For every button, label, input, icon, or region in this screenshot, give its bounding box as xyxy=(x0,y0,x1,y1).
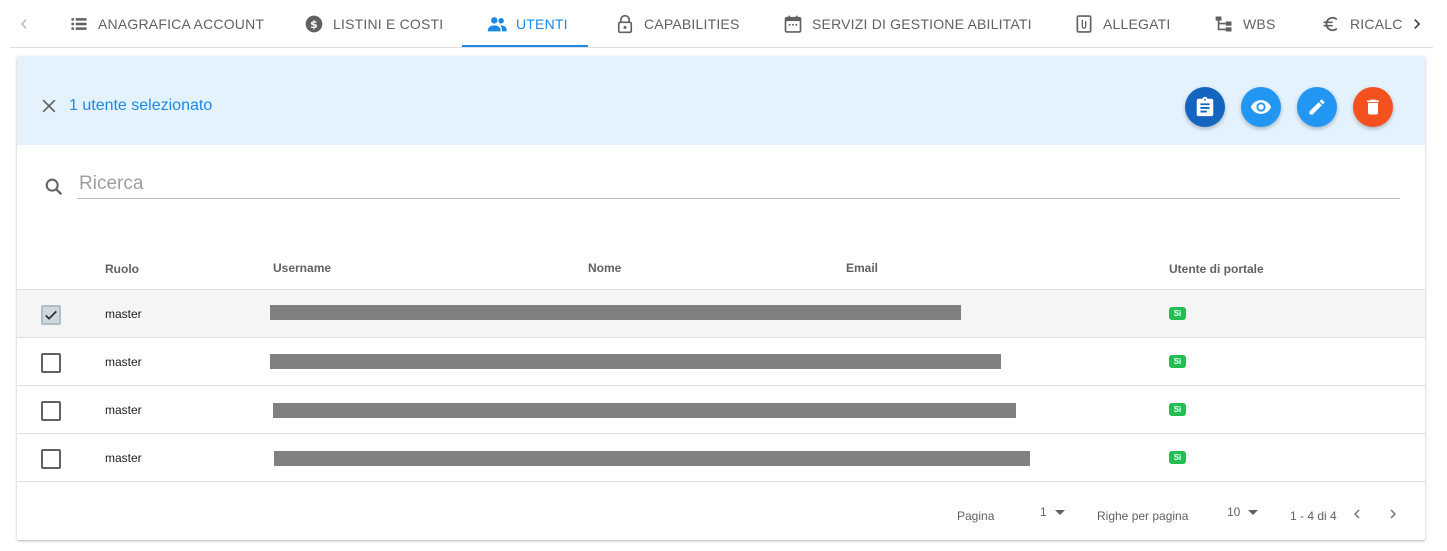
row-checkbox[interactable] xyxy=(41,353,61,373)
tab-ricalcolo-clip: RICALCOLO xyxy=(1316,0,1402,47)
dollar-circle-icon: $ xyxy=(303,13,325,35)
clear-selection-button[interactable] xyxy=(37,94,61,118)
tab-capabilities[interactable]: CAPABILITIES xyxy=(614,0,740,47)
lock-icon xyxy=(614,13,636,35)
page-label: Pagina xyxy=(957,509,995,523)
tab-label: RICALCOLO xyxy=(1350,15,1402,32)
redacted-user-details xyxy=(270,305,961,320)
cell-role: master xyxy=(105,403,142,417)
table-row[interactable]: master Si xyxy=(17,434,1425,482)
people-icon xyxy=(486,13,508,35)
tab-allegati[interactable]: ALLEGATI xyxy=(1073,0,1170,47)
chevron-right-icon xyxy=(1390,509,1396,519)
page-select-value: 1 xyxy=(1040,505,1047,519)
selection-toolbar: 1 utente selezionato xyxy=(17,56,1425,145)
tab-label: ANAGRAFICA ACCOUNT xyxy=(98,15,265,32)
redacted-user-details xyxy=(273,403,1016,418)
next-page-button[interactable] xyxy=(1381,502,1405,526)
copy-button[interactable] xyxy=(1185,87,1225,127)
attachment-icon xyxy=(1073,13,1095,35)
trash-icon xyxy=(1367,99,1379,115)
rows-per-page-label: Righe per pagina xyxy=(1097,509,1189,523)
tabs-scroll-right-button[interactable] xyxy=(1405,12,1429,36)
table-row[interactable]: master Si xyxy=(17,290,1425,338)
tab-ricalcolo[interactable]: RICALCOLO xyxy=(1320,0,1402,47)
svg-text:$: $ xyxy=(310,17,318,30)
checkmark-icon xyxy=(45,310,57,320)
portal-user-badge: Si xyxy=(1169,307,1186,320)
delete-button[interactable] xyxy=(1353,87,1393,127)
pagination-bar: Pagina 1 Righe per pagina 10 1 - 4 di 4 xyxy=(17,488,1425,540)
hierarchy-icon xyxy=(1213,13,1235,35)
edit-button[interactable] xyxy=(1297,87,1337,127)
redacted-user-details xyxy=(270,354,1001,369)
tab-label: LISTINI E COSTI xyxy=(333,15,444,32)
row-checkbox[interactable] xyxy=(41,401,61,421)
clipboard-icon xyxy=(1196,96,1214,117)
tab-label: SERVIZI DI GESTIONE ABILITATI xyxy=(812,15,1032,32)
column-header-email[interactable]: Email xyxy=(846,261,878,275)
eye-icon xyxy=(1250,100,1272,114)
tab-label: CAPABILITIES xyxy=(644,15,740,32)
tab-label: WBS xyxy=(1243,15,1276,32)
chevron-left-icon xyxy=(1354,509,1360,519)
table-row[interactable]: master Si xyxy=(17,386,1425,434)
tab-anagrafica-account[interactable]: ANAGRAFICA ACCOUNT xyxy=(68,0,264,47)
cell-role: master xyxy=(105,307,142,321)
cell-role: master xyxy=(105,355,142,369)
tab-servizi-di-gestione-abilitati[interactable]: SERVIZI DI GESTIONE ABILITATI xyxy=(782,0,1032,47)
users-card: 1 utente selezionato Ruolo Username Nome… xyxy=(17,56,1425,540)
close-icon xyxy=(42,99,56,113)
list-icon xyxy=(68,13,90,35)
search-input[interactable] xyxy=(77,169,1400,199)
portal-user-badge: Si xyxy=(1169,451,1186,464)
calendar-icon xyxy=(782,13,804,35)
table-row[interactable]: master Si xyxy=(17,338,1425,386)
tab-bar: ANAGRAFICA ACCOUNT $ LISTINI E COSTI UTE… xyxy=(0,0,1447,48)
row-checkbox[interactable] xyxy=(41,449,61,469)
page-select[interactable]: 1 xyxy=(1040,505,1065,519)
redacted-user-details xyxy=(274,451,1030,466)
search-icon xyxy=(42,175,66,199)
previous-page-button[interactable] xyxy=(1345,502,1369,526)
tab-utenti[interactable]: UTENTI xyxy=(486,0,568,47)
pagination-range: 1 - 4 di 4 xyxy=(1290,509,1337,523)
rows-per-page-value: 10 xyxy=(1227,505,1241,519)
euro-icon xyxy=(1320,13,1342,35)
view-button[interactable] xyxy=(1241,87,1281,127)
tab-label: UTENTI xyxy=(516,15,568,32)
selection-count-text: 1 utente selezionato xyxy=(69,97,213,114)
column-header-role[interactable]: Ruolo xyxy=(105,262,139,276)
row-checkbox[interactable] xyxy=(41,305,61,325)
column-header-portal-user[interactable]: Utente di portale xyxy=(1169,262,1264,276)
tab-wbs[interactable]: WBS xyxy=(1213,0,1276,47)
chevron-left-icon xyxy=(20,19,27,29)
search-bar xyxy=(17,145,1425,215)
tab-label: ALLEGATI xyxy=(1103,15,1171,32)
tabs-scroll-left-button[interactable] xyxy=(12,12,36,36)
column-header-name[interactable]: Nome xyxy=(588,261,621,275)
portal-user-badge: Si xyxy=(1169,403,1186,416)
tab-bar-divider xyxy=(10,47,1433,48)
cell-role: master xyxy=(105,451,142,465)
dropdown-arrow-icon xyxy=(1248,510,1259,515)
dropdown-arrow-icon xyxy=(1054,510,1065,515)
portal-user-badge: Si xyxy=(1169,355,1186,368)
rows-per-page-select[interactable]: 10 xyxy=(1227,505,1259,519)
table-header: Ruolo Username Nome Email Utente di port… xyxy=(17,242,1425,290)
pencil-icon xyxy=(1309,99,1325,115)
chevron-right-icon xyxy=(1414,19,1421,29)
column-header-username[interactable]: Username xyxy=(273,261,331,275)
tab-listini-e-costi[interactable]: $ LISTINI E COSTI xyxy=(303,0,443,47)
